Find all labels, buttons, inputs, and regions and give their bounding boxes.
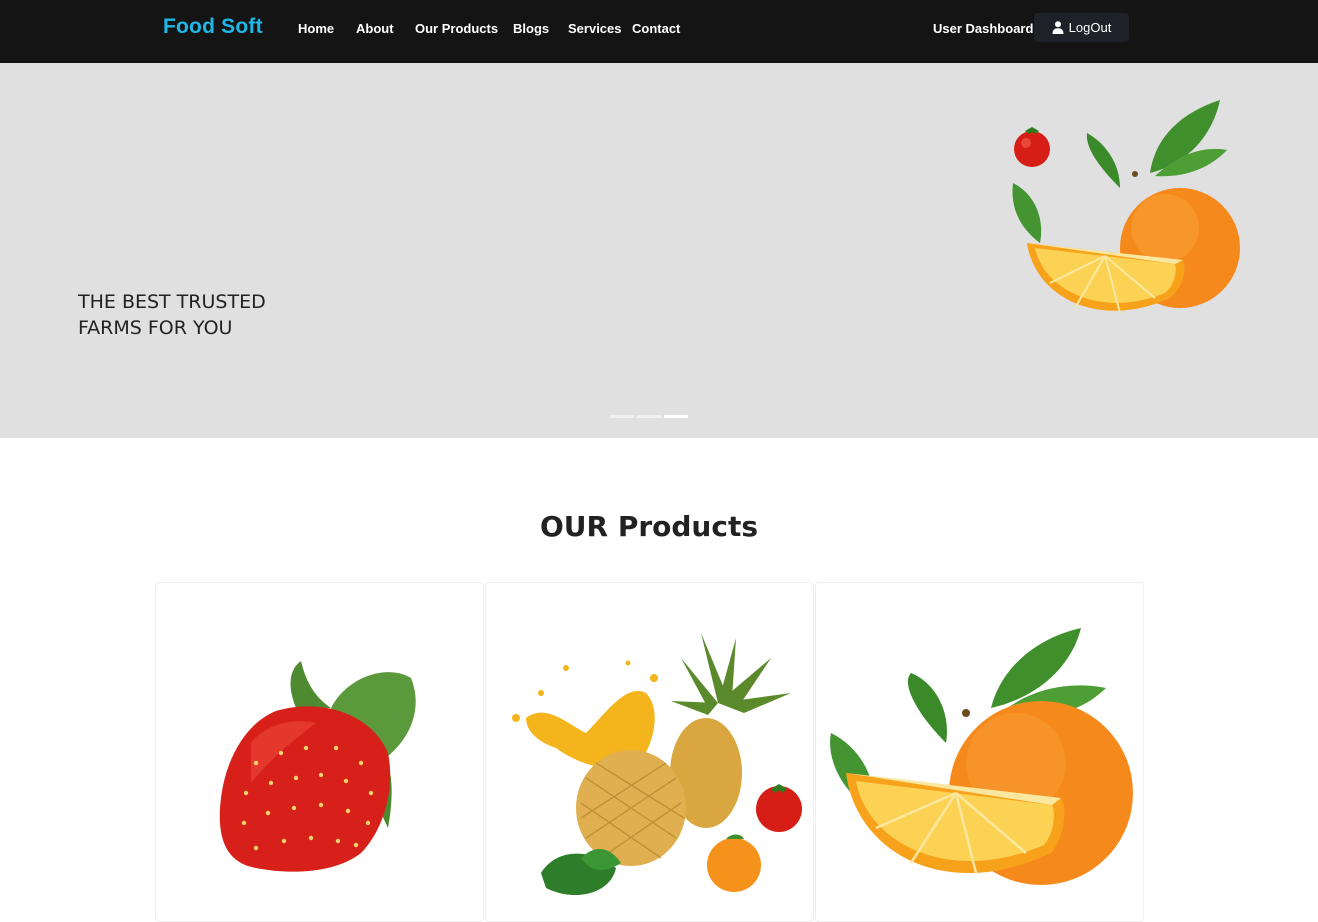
logout-label: LogOut (1068, 20, 1112, 35)
carousel-indicator-2[interactable] (637, 415, 661, 418)
pineapple-image (512, 633, 802, 896)
nav-contact[interactable]: Contact (632, 21, 680, 36)
nav-our-products[interactable]: Our Products (415, 21, 498, 36)
nav-services[interactable]: Services (568, 21, 622, 36)
hero-caption-line-2: FARMS FOR YOU (78, 317, 233, 339)
navbar: Food Soft Home About Our Products Blogs … (0, 0, 1318, 63)
product-card-orange[interactable] (815, 582, 1144, 922)
logout-button[interactable]: LogOut (1034, 13, 1129, 42)
product-card-pineapple[interactable] (485, 582, 814, 922)
hero-carousel: THE BEST TRUSTED FARMS FOR YOU (0, 63, 1318, 438)
brand-logo[interactable]: Food Soft (163, 15, 263, 39)
hero-caption: THE BEST TRUSTED FARMS FOR YOU (78, 289, 338, 341)
products-section-title: OUR Products (539, 510, 759, 543)
carousel-indicator-1[interactable] (610, 415, 634, 418)
strawberry-image (219, 661, 416, 872)
nav-about[interactable]: About (356, 21, 394, 36)
hero-orange-image (1012, 100, 1240, 314)
carousel-indicators (610, 415, 688, 418)
orange-image (830, 628, 1133, 885)
user-dashboard-link[interactable]: User Dashboard (933, 21, 1033, 36)
nav-home[interactable]: Home (298, 21, 334, 36)
product-card-strawberry[interactable] (155, 582, 484, 922)
carousel-indicator-3[interactable] (664, 415, 688, 418)
nav-blogs[interactable]: Blogs (513, 21, 549, 36)
user-icon (1052, 21, 1064, 34)
hero-caption-line-1: THE BEST TRUSTED (78, 291, 266, 313)
